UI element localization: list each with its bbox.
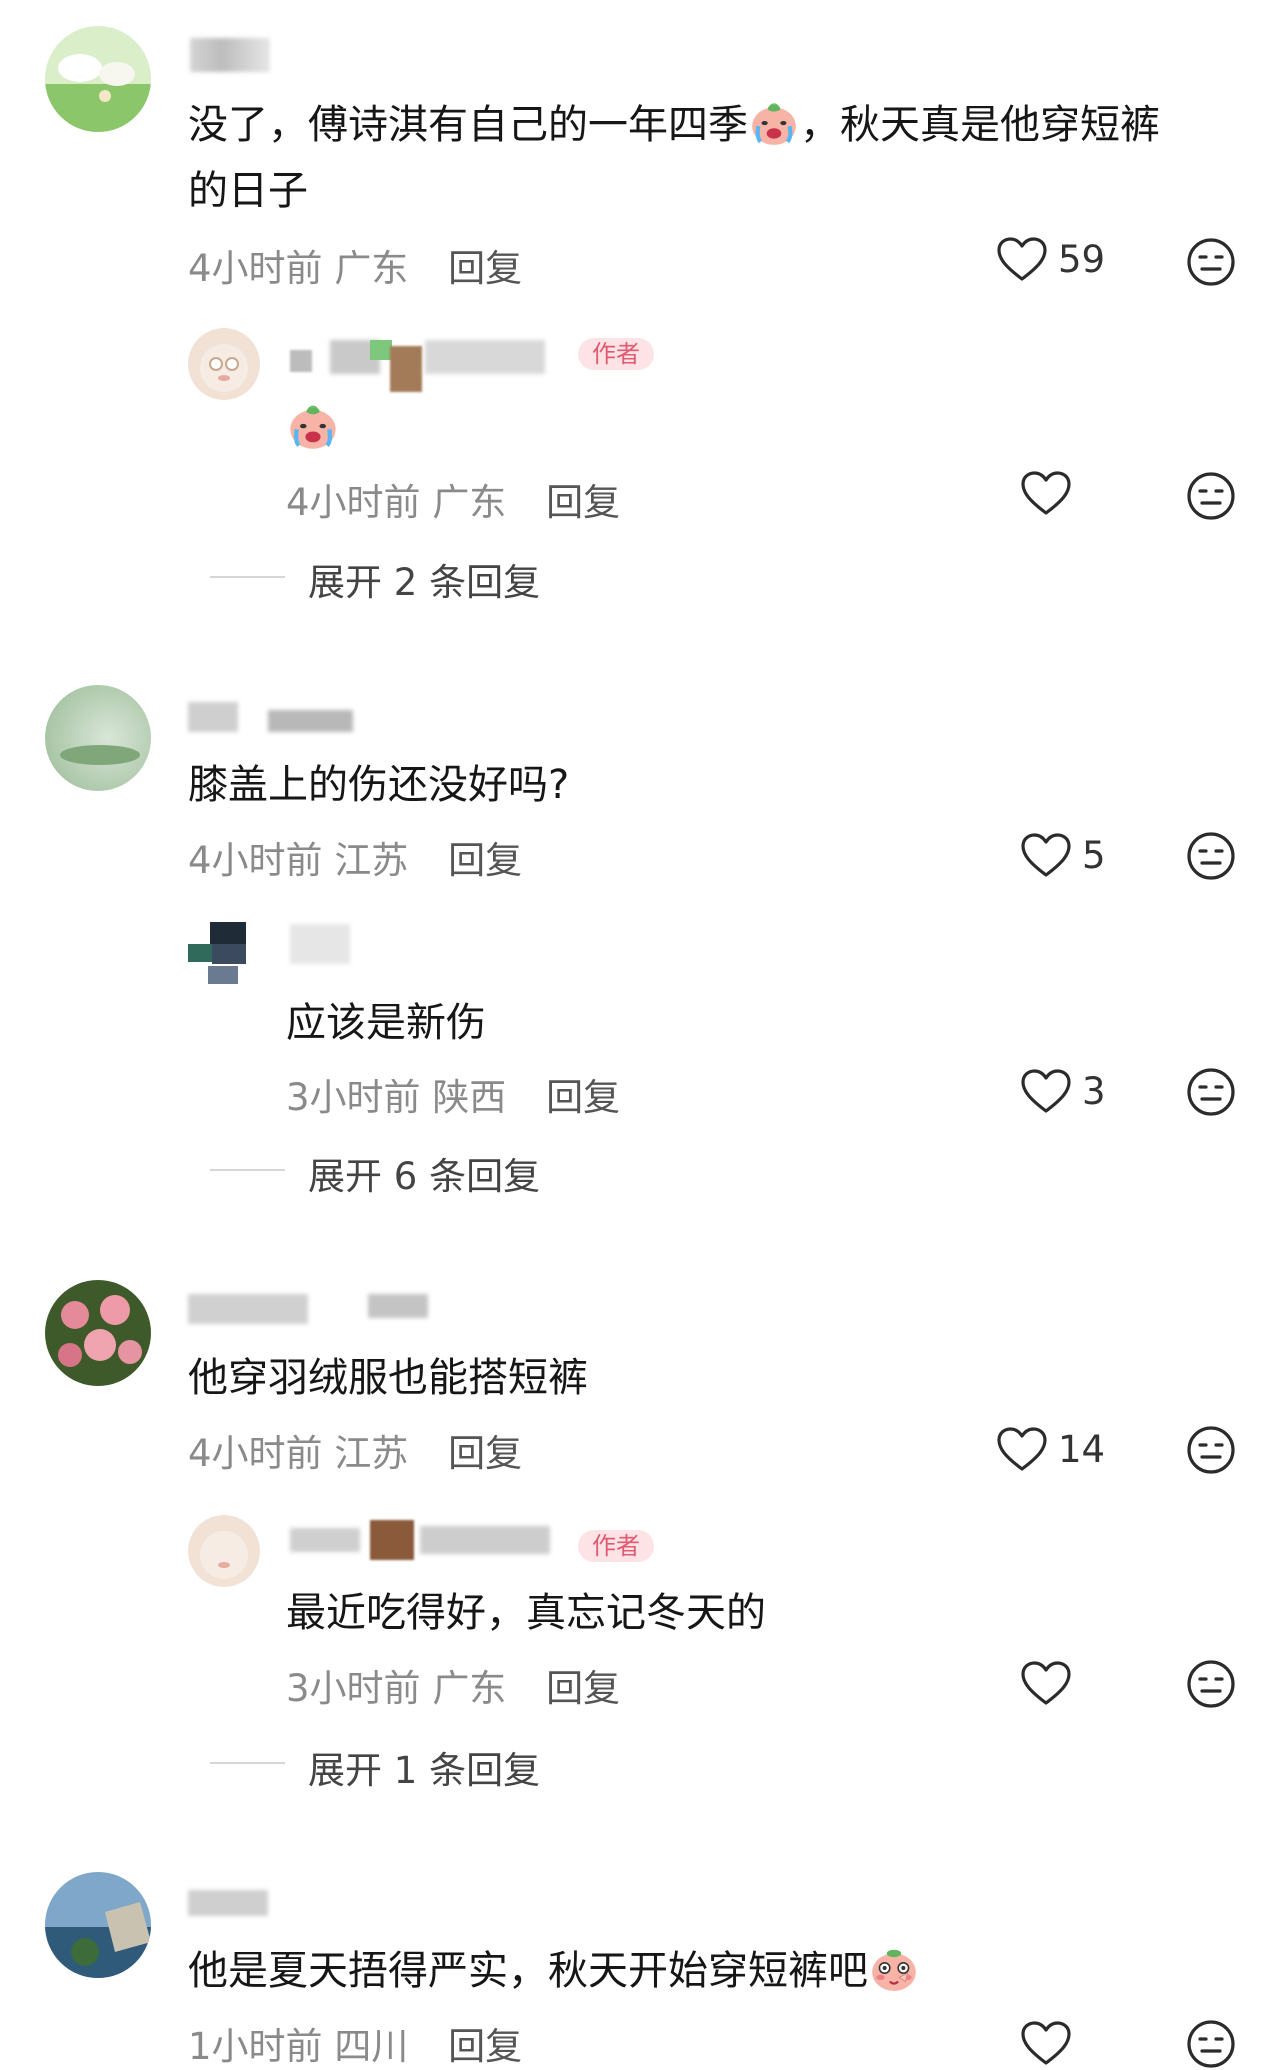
comment-text: 他穿羽绒服也能搭短裤 — [188, 1355, 588, 1401]
expand-replies-button[interactable]: 展开 6 条回复 — [308, 1146, 540, 1200]
reply-button[interactable]: 回复 — [546, 1076, 620, 1119]
avatar[interactable] — [45, 1280, 151, 1386]
avatar[interactable] — [188, 328, 260, 400]
heart-outline-icon — [996, 1426, 1048, 1472]
comment-text: 没了，傅诗淇有自己的一年四季 ，秋天真是他穿短裤 — [188, 92, 1160, 158]
like-count: 59 — [1058, 237, 1106, 281]
avatar[interactable] — [188, 922, 260, 994]
reply-button[interactable]: 回复 — [448, 247, 522, 290]
comment-meta: 4小时前 广东 回复 — [188, 238, 522, 292]
reply-button[interactable]: 回复 — [448, 839, 522, 882]
reply-meta: 3小时前 广东 回复 — [286, 1658, 620, 1712]
comment-text-line2: 的日子 — [188, 168, 308, 214]
location: 四川 — [334, 2025, 409, 2068]
neutral-face-icon[interactable] — [1185, 470, 1237, 522]
time: 4小时前 — [188, 1432, 323, 1475]
divider — [210, 1762, 285, 1764]
avatar[interactable] — [188, 1515, 260, 1587]
comment-meta: 4小时前 江苏 回复 — [188, 1423, 522, 1477]
reply-button[interactable]: 回复 — [448, 1432, 522, 1475]
expand-replies-button[interactable]: 展开 1 条回复 — [308, 1740, 540, 1794]
location: 陕西 — [432, 1076, 507, 1119]
username-blurred — [290, 1520, 555, 1560]
time: 1小时前 — [188, 2025, 323, 2068]
username-blurred — [188, 702, 353, 732]
expand-replies-button[interactable]: 展开 2 条回复 — [308, 552, 540, 606]
author-tag: 作者 — [578, 1530, 654, 1562]
divider — [210, 576, 285, 578]
like-count: 3 — [1082, 1069, 1106, 1113]
username-blurred — [188, 1294, 448, 1328]
location: 广东 — [334, 247, 409, 290]
like-button[interactable] — [1020, 470, 1072, 516]
avatar[interactable] — [45, 26, 151, 132]
like-button[interactable] — [1020, 1660, 1072, 1706]
neutral-face-icon[interactable] — [1185, 2018, 1237, 2070]
username-blurred — [290, 924, 350, 964]
heart-outline-icon — [996, 236, 1048, 282]
reply-meta: 4小时前 广东 回复 — [286, 472, 620, 526]
reply-text: 应该是新伤 — [286, 1000, 486, 1046]
like-count: 5 — [1082, 833, 1106, 877]
location: 江苏 — [334, 839, 409, 882]
location: 广东 — [432, 481, 507, 524]
like-button[interactable]: 5 — [1020, 832, 1106, 878]
reply-button[interactable]: 回复 — [546, 481, 620, 524]
crying-face-sticker-icon — [748, 96, 800, 148]
neutral-face-icon[interactable] — [1185, 1066, 1237, 1118]
like-count: 14 — [1058, 1427, 1106, 1471]
like-button[interactable]: 59 — [996, 236, 1105, 282]
comment-text: 他是夏天捂得严实，秋天开始穿短裤吧 — [188, 1938, 920, 2004]
like-button[interactable]: 14 — [996, 1426, 1105, 1472]
username-blurred — [290, 340, 555, 392]
neutral-face-icon[interactable] — [1185, 1424, 1237, 1476]
author-tag: 作者 — [578, 338, 654, 370]
time: 4小时前 — [188, 247, 323, 290]
like-button[interactable]: 3 — [1020, 1068, 1106, 1114]
reply-button[interactable]: 回复 — [546, 1667, 620, 1710]
shy-face-sticker-icon — [868, 1942, 920, 1994]
comment-meta: 4小时前 江苏 回复 — [188, 830, 522, 884]
neutral-face-icon[interactable] — [1185, 1658, 1237, 1710]
heart-outline-icon — [1020, 1068, 1072, 1114]
heart-outline-icon — [1020, 2020, 1072, 2066]
heart-outline-icon — [1020, 470, 1072, 516]
location: 广东 — [432, 1667, 507, 1710]
reply-text: 最近吃得好，真忘记冬天的 — [286, 1590, 766, 1636]
heart-outline-icon — [1020, 832, 1072, 878]
comment-text: 膝盖上的伤还没好吗? — [188, 762, 570, 808]
neutral-face-icon[interactable] — [1185, 236, 1237, 288]
username-blurred — [188, 1890, 268, 1916]
crying-face-sticker-icon — [286, 398, 340, 452]
time: 4小时前 — [286, 481, 421, 524]
divider — [210, 1169, 285, 1171]
comment-meta: 1小时前 四川 回复 — [188, 2016, 522, 2070]
like-button[interactable] — [1020, 2020, 1072, 2066]
time: 4小时前 — [188, 839, 323, 882]
location: 江苏 — [334, 1432, 409, 1475]
avatar[interactable] — [45, 1872, 151, 1978]
username-blurred — [190, 38, 270, 72]
reply-meta: 3小时前 陕西 回复 — [286, 1067, 620, 1121]
time: 3小时前 — [286, 1076, 421, 1119]
neutral-face-icon[interactable] — [1185, 830, 1237, 882]
avatar[interactable] — [45, 685, 151, 791]
reply-button[interactable]: 回复 — [448, 2025, 522, 2068]
heart-outline-icon — [1020, 1660, 1072, 1706]
time: 3小时前 — [286, 1667, 421, 1710]
